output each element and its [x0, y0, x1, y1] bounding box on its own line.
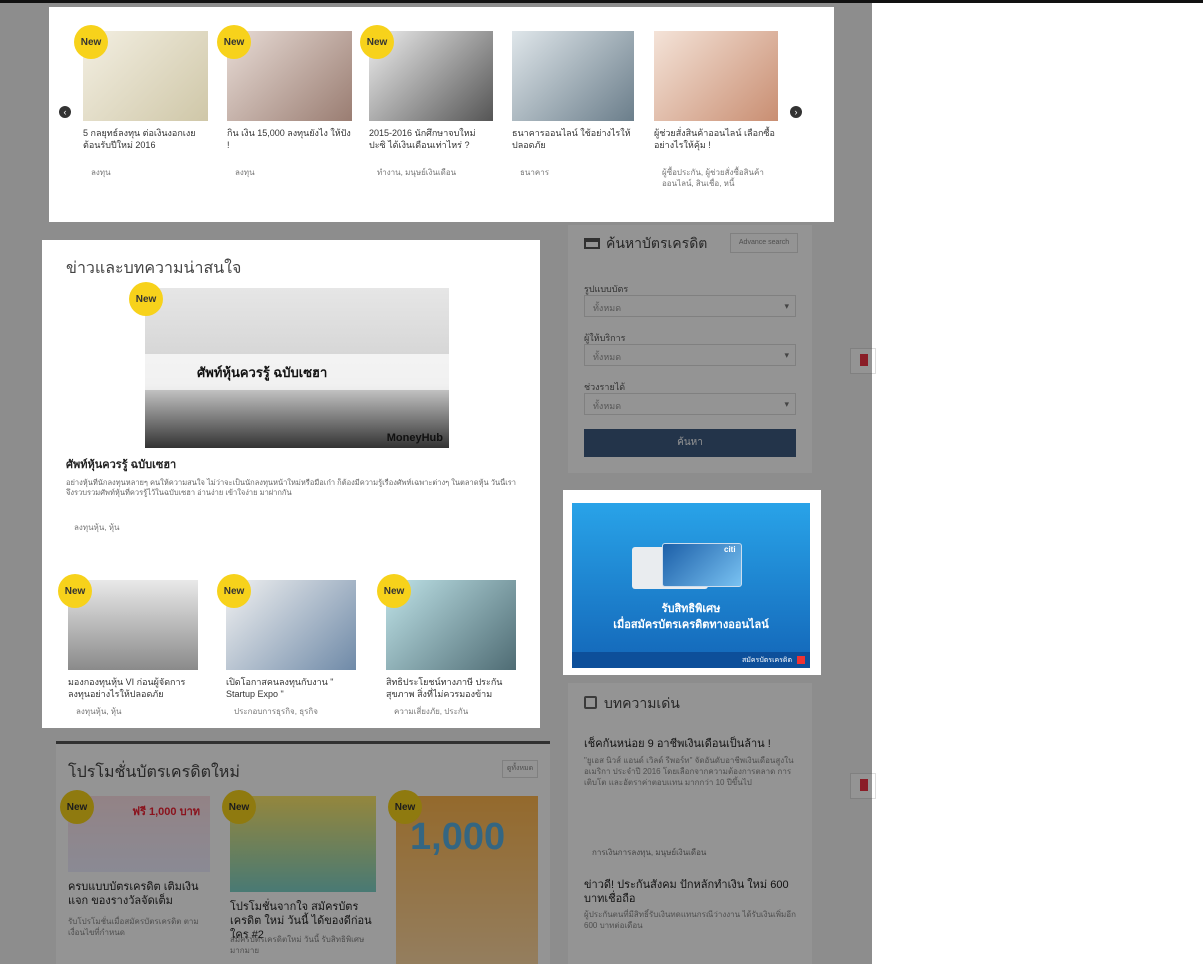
carousel-item-tags[interactable]: ลงทุน	[91, 167, 111, 178]
featured-title[interactable]: ศัพท์หุ้นควรรู้ ฉบับเซฮา	[66, 458, 176, 472]
carousel-item-tags[interactable]: ธนาคาร	[520, 167, 549, 178]
bookmark-icon[interactable]	[850, 773, 876, 799]
featured-image[interactable]: ศัพท์หุ้นควรรู้ ฉบับเซฮา MoneyHub	[145, 288, 449, 448]
provider-label: ผู้ให้บริการ	[584, 333, 626, 343]
ad-footer-text: สมัครบัตรเครดิต	[741, 657, 792, 664]
news-panel: ข่าวและบทความน่าสนใจ ศัพท์หุ้นควรรู้ ฉบั…	[42, 240, 540, 728]
advanced-search-button[interactable]: Advance search	[730, 233, 798, 253]
carousel-item-tags[interactable]: ลงทุน	[235, 167, 255, 178]
popular-item-title[interactable]: เช็คกันหน่อย 9 อาชีพเงินเดือนเป็นล้าน !	[584, 737, 798, 751]
card-brand: citi	[724, 545, 736, 554]
new-badge: New	[129, 282, 163, 316]
chevron-down-icon: ▾	[784, 350, 789, 360]
bookmark-icon[interactable]	[850, 348, 876, 374]
ad-footer-icon	[797, 656, 805, 664]
popular-item-tags[interactable]: การเงินการลงทุน, มนุษย์เงินเดือน	[592, 847, 706, 858]
new-badge: New	[58, 574, 92, 608]
thumbs-up-icon	[584, 696, 597, 709]
featured-tags[interactable]: ลงทุนหุ้น, หุ้น	[74, 522, 119, 533]
promo-desc: รับโปรโมชั่นเมื่อสมัครบัตรเครดิต ตามเงื่…	[68, 917, 199, 937]
promo-desc: สมัครบัตรเครดิตใหม่ วันนี้ รับสิทธิพิเศษ…	[230, 935, 365, 955]
chevron-down-icon: ▾	[784, 301, 789, 311]
news-item-title[interactable]: เปิดโอกาสคนลงทุนกับงาน " Startup Expo "	[226, 676, 360, 700]
provider-select[interactable]: ทั้งหมด ▾	[584, 344, 796, 366]
popular-item-desc: ผู้ประกันตนที่มีสิทธิ์รับเงินทดแทนกรณีว่…	[584, 910, 796, 930]
chevron-right-icon[interactable]: ›	[790, 106, 802, 118]
ad-banner-frame: citi รับสิทธิพิเศษ เมื่อสมัครบัตรเครดิตท…	[563, 490, 821, 675]
search-submit-button[interactable]: ค้นหา	[584, 429, 796, 457]
new-badge: New	[217, 574, 251, 608]
featured-image-caption: ศัพท์หุ้นควรรู้ ฉบับเซฮา	[197, 365, 328, 380]
new-badge: New	[377, 574, 411, 608]
article-carousel: ‹ › New 5 กลยุทธ์ลงทุน ต่อเงินงอกเงย ต้อ…	[49, 7, 834, 222]
news-item-tags[interactable]: ประกอบการธุรกิจ, ธุรกิจ	[234, 706, 318, 717]
promo-title[interactable]: ครบแบบบัตรเครดิต เติมเงิน แจก ของรางวัลจ…	[68, 880, 210, 908]
carousel-thumb[interactable]	[512, 31, 634, 121]
card-search-panel: ค้นหาบัตรเครดิต Advance search รูปแบบบัต…	[568, 225, 812, 473]
news-heading: ข่าวและบทความน่าสนใจ	[66, 260, 242, 277]
carousel-thumb[interactable]	[654, 31, 778, 121]
ad-banner[interactable]: citi รับสิทธิพิเศษ เมื่อสมัครบัตรเครดิตท…	[572, 503, 810, 668]
chevron-left-icon[interactable]: ‹	[59, 106, 71, 118]
popular-item-title[interactable]: ข่าวดี! ประกันสังคม ปักหลักทำเงิน ใหม่ 6…	[584, 878, 798, 906]
news-item-tags[interactable]: ความเสี่ยงภัย, ประกัน	[394, 706, 468, 717]
card-type-select[interactable]: ทั้งหมด ▾	[584, 295, 796, 317]
new-badge: New	[222, 790, 256, 824]
carousel-item-title[interactable]: กิน เงิน 15,000 ลงทุนยังไง ให้ปัง !	[227, 127, 352, 151]
income-label: ช่วงรายได้	[584, 382, 626, 392]
new-badge: New	[60, 790, 94, 824]
income-select[interactable]: ทั้งหมด ▾	[584, 393, 796, 415]
news-item-tags[interactable]: ลงทุนหุ้น, หุ้น	[76, 706, 121, 717]
ad-footer: สมัครบัตรเครดิต	[572, 652, 810, 668]
news-item-title[interactable]: สิทธิประโยชน์ทางภาษี ประกันสุขภาพ สิ่งที…	[386, 676, 520, 700]
promo-image[interactable]: 1,000	[396, 796, 538, 964]
carousel-item-title[interactable]: ผู้ช่วยสั่งสินค้าออนไลน์ เลือกซื้ออย่างไ…	[654, 127, 778, 151]
promo-heading: โปรโมชั่นบัตรเครดิตใหม่	[68, 764, 240, 781]
promo-panel: โปรโมชั่นบัตรเครดิตใหม่ ดูทั้งหมด ฟรี 1,…	[56, 744, 550, 964]
chevron-down-icon: ▾	[784, 399, 789, 409]
carousel-item-title[interactable]: ธนาคารออนไลน์ ใช้อย่างไรให้ปลอดภัย	[512, 127, 634, 151]
ad-line-2: เมื่อสมัครบัตรเครดิตทางออนไลน์	[613, 619, 769, 631]
popular-articles-panel: บทความเด่น เช็คกันหน่อย 9 อาชีพเงินเดือน…	[568, 683, 812, 964]
carousel-item-title[interactable]: 2015-2016 นักศึกษาจบใหม่ ปะซิ ได้เงินเดื…	[369, 127, 493, 151]
new-badge: New	[74, 25, 108, 59]
carousel-item-tags[interactable]: ทำงาน, มนุษย์เงินเดือน	[377, 167, 456, 178]
promo-image-text: 1,000	[410, 816, 506, 858]
featured-body: อย่างหุ้นที่นักลงทุนหลายๆ คนให้ความสนใจ …	[66, 478, 516, 497]
news-item-title[interactable]: มองกองทุนหุ้น VI ก่อนผู้จัดการ ลงทุนอย่า…	[68, 676, 202, 700]
popular-heading: บทความเด่น	[604, 695, 680, 711]
carousel-item-tags[interactable]: ผู้ซื้อประกัน, ผู้ช่วยสั่งซื้อสินค้าออนไ…	[662, 167, 772, 189]
popular-item-desc: "ยูเอส นิวส์ แอนด์ เวิลด์ รีพอร์ท" จัดอั…	[584, 756, 794, 787]
new-badge: New	[388, 790, 422, 824]
promo-image-text: ฟรี 1,000 บาท	[132, 806, 200, 818]
new-badge: New	[217, 25, 251, 59]
credit-card-icon	[584, 238, 600, 249]
search-heading: ค้นหาบัตรเครดิต	[606, 235, 708, 251]
new-badge: New	[360, 25, 394, 59]
promo-more-button[interactable]: ดูทั้งหมด	[502, 760, 538, 778]
moneyhub-logo: MoneyHub	[386, 432, 443, 444]
carousel-item-title[interactable]: 5 กลยุทธ์ลงทุน ต่อเงินงอกเงย ต้อนรับปีให…	[83, 127, 208, 151]
right-blank-area	[850, 3, 1203, 964]
card-type-label: รูปแบบบัตร	[584, 284, 629, 294]
